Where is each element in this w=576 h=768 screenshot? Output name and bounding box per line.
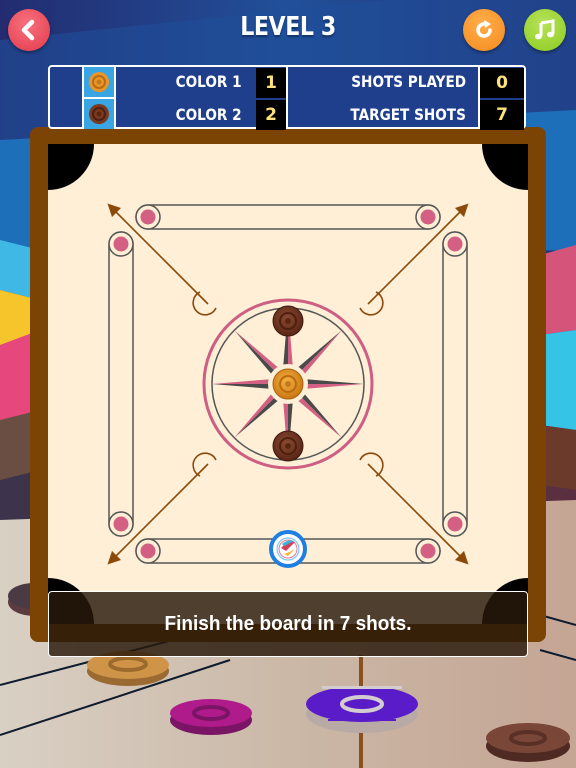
instruction-banner: Finish the board in 7 shots. [48, 591, 528, 657]
target-shots-value: 7 [480, 100, 524, 130]
instruction-text: Finish the board in 7 shots. [164, 612, 412, 635]
restart-icon [476, 20, 492, 38]
baseline-right [442, 231, 468, 537]
color-2-chip-cell [84, 99, 114, 129]
pocket-top-left [48, 144, 94, 190]
striker[interactable] [269, 530, 307, 568]
baseline-top [135, 204, 441, 230]
color-1-count: 1 [256, 68, 286, 98]
scoreboard: COLOR 1 COLOR 2 1 2 SHOTS PLAYED TARGET … [48, 65, 526, 130]
board-markings [48, 144, 528, 624]
floor-coin [486, 723, 570, 762]
level-title: LEVEL 3 [240, 12, 336, 42]
shots-played-label: SHOTS PLAYED [351, 72, 466, 91]
color-2-label: COLOR 2 [176, 105, 242, 124]
color-1-label: COLOR 1 [176, 72, 242, 91]
floor-coin [170, 699, 252, 735]
divider [114, 67, 116, 129]
shots-played-value: 0 [480, 68, 524, 98]
divider [84, 97, 114, 99]
divider [286, 67, 288, 129]
floor-striker [306, 686, 418, 733]
coin-orange-center[interactable] [272, 368, 304, 400]
orange-coin-icon [89, 72, 109, 92]
baseline-left [108, 231, 134, 537]
chevron-left-icon [21, 19, 35, 41]
top-bar: LEVEL 3 [0, 0, 576, 64]
carrom-board[interactable] [48, 144, 528, 624]
music-note-icon [535, 19, 555, 40]
color-2-count: 2 [256, 100, 286, 130]
target-shots-label: TARGET SHOTS [350, 105, 466, 124]
brown-coin-icon [89, 104, 109, 124]
pocket-top-right [482, 144, 528, 190]
music-button[interactable] [524, 9, 566, 51]
coin-brown-top[interactable] [272, 305, 304, 337]
restart-button[interactable] [463, 9, 505, 51]
color-1-chip-cell [84, 67, 114, 97]
coin-brown-bottom[interactable] [272, 430, 304, 462]
